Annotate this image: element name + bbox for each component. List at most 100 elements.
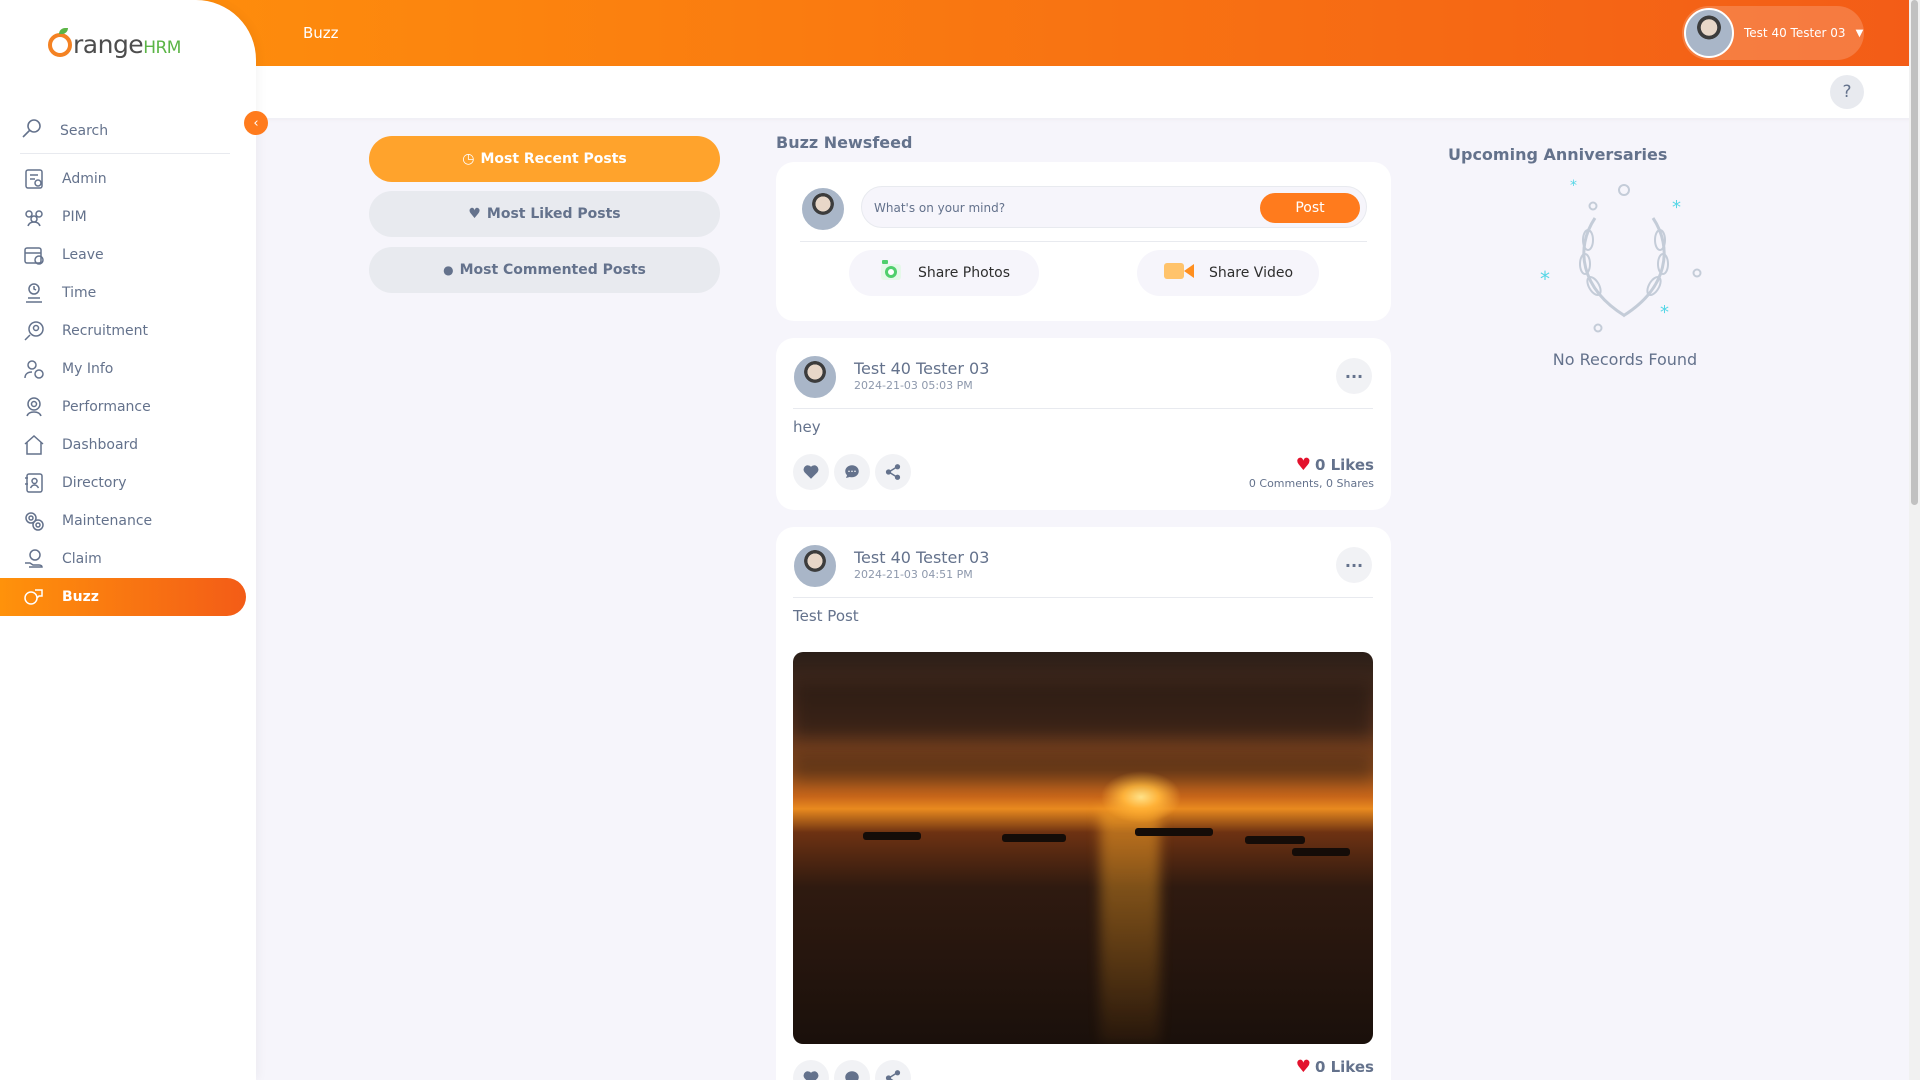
dashboard-icon [22,433,46,457]
svg-text:*: * [1672,197,1681,218]
time-icon [22,281,46,305]
comments-count[interactable]: 0 Comments [1249,477,1319,490]
like-button[interactable] [793,1060,829,1080]
comment-button[interactable] [834,1060,870,1080]
sidebar-item-my-info[interactable]: My Info [0,350,246,388]
share-icon [885,464,901,480]
sidebar-item-label: My Info [62,361,114,377]
user-dropdown[interactable]: Test 40 Tester 03 ▼ [1682,6,1864,60]
anniversaries-title: Upcoming Anniversaries [1448,145,1668,164]
post-text: Test Post [793,607,859,625]
sidebar-item-time[interactable]: Time [0,274,246,312]
likes-count: ♥ 0 Likes [1296,455,1374,475]
svg-text:*: * [1570,178,1577,194]
post-options-button[interactable]: ··· [1336,358,1372,394]
filter-most-liked[interactable]: ♥ Most Liked Posts [369,191,720,237]
post-composer: What's on your mind? Post Share Photos S… [776,162,1391,321]
no-records-text: No Records Found [1552,350,1698,369]
performance-icon [22,395,46,419]
separator: , [1319,477,1327,490]
sidebar-item-recruitment[interactable]: Recruitment [0,312,246,350]
share-button[interactable] [875,454,911,490]
page-scrollbar[interactable] [1909,0,1920,1080]
search-icon [20,117,44,145]
svg-text:*: * [1660,302,1669,323]
more-icon: ··· [1344,366,1364,386]
pim-icon [22,205,46,229]
sidebar-item-label: Admin [62,171,107,187]
post-author: Test 40 Tester 03 [854,359,990,378]
like-button[interactable] [793,454,829,490]
sidebar-item-dashboard[interactable]: Dashboard [0,426,246,464]
comment-icon: ● [443,263,454,277]
orangehrm-logo: range HRM [48,27,181,59]
sidebar-item-performance[interactable]: Performance [0,388,246,426]
sidebar-search[interactable]: Search [20,108,230,154]
post-photo-sunset[interactable] [793,652,1373,1044]
sidebar-item-leave[interactable]: Leave [0,236,246,274]
sidebar-item-label: Claim [62,551,102,567]
sidebar-item-pim[interactable]: PIM [0,198,246,236]
camera-icon [878,258,904,288]
comment-icon [845,465,859,478]
search-label: Search [60,122,109,139]
sidebar-item-maintenance[interactable]: Maintenance [0,502,246,540]
heart-icon: ♥ [468,206,481,222]
share-icon [885,1070,901,1080]
buzz-icon [22,585,46,609]
admin-icon [22,167,46,191]
boat [1135,828,1214,837]
video-camera-icon [1163,260,1195,286]
sidebar-item-buzz[interactable]: Buzz [0,578,246,616]
post-text: hey [793,418,821,436]
filter-label: Most Liked Posts [486,206,621,222]
claim-icon [22,547,46,571]
share-photos-label: Share Photos [917,265,1011,281]
top-bar: Buzz Test 40 Tester 03 ▼ [0,0,1920,66]
shares-count[interactable]: 0 Shares [1326,477,1374,490]
clock-icon: ◷ [462,151,475,167]
sidebar-item-label: Dashboard [62,437,138,453]
sidebar-item-directory[interactable]: Directory [0,464,246,502]
likes-count: ♥ 0 Likes [1296,1057,1374,1077]
boat [1001,834,1066,843]
sidebar-item-label: PIM [62,209,87,225]
boat [862,832,921,841]
comment-button[interactable] [834,454,870,490]
maintenance-icon [22,509,46,533]
post-button[interactable]: Post [1260,193,1360,223]
filter-most-commented[interactable]: ● Most Commented Posts [369,247,720,293]
sidebar-item-label: Time [62,285,97,301]
sidebar-item-label: Buzz [62,589,99,605]
sidebar-collapse-button[interactable]: ‹ [244,111,268,135]
filter-label: Most Commented Posts [459,262,646,278]
post-time: 2024-21-03 04:51 PM [854,568,973,581]
share-video-button[interactable]: Share Video [1137,250,1319,296]
divider [800,241,1367,242]
help-button[interactable]: ? [1830,75,1864,109]
breadcrumb: Buzz [303,24,339,42]
share-photos-button[interactable]: Share Photos [849,250,1039,296]
sidebar-item-label: Recruitment [62,323,149,339]
divider [793,597,1373,598]
feed-title: Buzz Newsfeed [776,133,913,152]
share-video-label: Share Video [1208,265,1294,281]
chevron-down-icon: ▼ [1855,27,1864,39]
share-button[interactable] [875,1060,911,1080]
scrollbar-thumb[interactable] [1911,0,1918,505]
recruitment-icon [22,319,46,343]
post-card: Test 40 Tester 03 2024-21-03 05:03 PM ··… [776,338,1391,510]
sidebar-item-claim[interactable]: Claim [0,540,246,578]
post-time: 2024-21-03 05:03 PM [854,379,973,392]
comment-icon [845,1071,859,1080]
directory-icon [22,471,46,495]
my-info-icon [22,357,46,381]
user-avatar [1684,8,1734,58]
likes-label: 0 Likes [1314,456,1374,474]
divider [793,408,1373,409]
sidebar-item-label: Directory [62,475,127,491]
post-options-button[interactable]: ··· [1336,547,1372,583]
filter-most-recent[interactable]: ◷ Most Recent Posts [369,136,720,182]
sidebar-item-admin[interactable]: Admin [0,160,246,198]
chevron-left-icon: ‹ [253,115,259,131]
